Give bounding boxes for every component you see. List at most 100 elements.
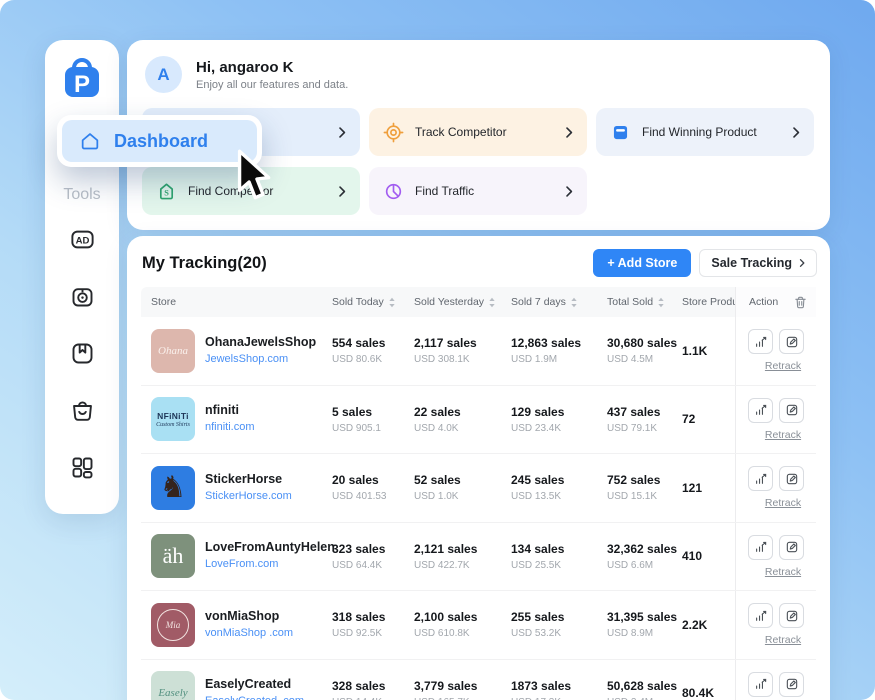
column-header-action: Action [735, 287, 816, 317]
edit-button[interactable] [779, 329, 804, 354]
feature-card-label: Find Traffic [415, 184, 474, 198]
column-header-sold-7-days[interactable]: Sold 7 days [511, 296, 607, 308]
edit-button[interactable] [779, 466, 804, 491]
total-sold-cell: 30,680 sales USD 4.5M [607, 336, 682, 365]
chevron-right-icon [792, 126, 800, 139]
app-logo-icon[interactable]: P [58, 54, 106, 102]
add-store-button[interactable]: + Add Store [593, 249, 691, 277]
sold-today-cell: 323 sales USD 64.4K [332, 542, 414, 571]
sort-icon [488, 297, 496, 308]
sold-7-days-cell: 12,863 sales USD 1.9M [511, 336, 607, 365]
action-cell: Retrack [735, 454, 816, 522]
table-row: Mia vonMiaShop vonMiaShop .com 318 sales… [141, 591, 816, 660]
feature-card-find-traffic[interactable]: Find Traffic [369, 167, 587, 215]
store-domain-link[interactable]: JewelsShop.com [205, 353, 288, 365]
welcome-header: A Hi, angaroo K Enjoy all our features a… [145, 56, 816, 93]
sidebar: P Tools AD [45, 40, 119, 514]
chevron-right-icon [565, 126, 573, 139]
retrack-link[interactable]: Retrack [765, 497, 801, 509]
retrack-link[interactable]: Retrack [765, 634, 801, 646]
store-products-cell: 2.2K [682, 618, 735, 632]
stats-button[interactable] [748, 466, 773, 491]
sold-7-days-cell: 134 sales USD 25.5K [511, 542, 607, 571]
store-domain-link[interactable]: nfiniti.com [205, 421, 255, 433]
table-row: Ohana OhanaJewelsShop JewelsShop.com 554… [141, 317, 816, 386]
greeting-subtitle: Enjoy all our features and data. [196, 79, 348, 91]
sidebar-apps-grid-icon[interactable] [69, 454, 96, 481]
sold-yesterday-cell: 2,121 sales USD 422.7K [414, 542, 511, 571]
sidebar-store-bag-icon[interactable] [69, 397, 96, 424]
store-name: OhanaJewelsShop [205, 335, 316, 349]
sidebar-icon-nav: AD [69, 226, 96, 481]
edit-button[interactable] [779, 603, 804, 628]
sale-tracking-button[interactable]: Sale Tracking [699, 249, 817, 277]
edit-button[interactable] [779, 535, 804, 560]
feature-card-label: Find Winning Product [642, 125, 757, 139]
retrack-link[interactable]: Retrack [765, 360, 801, 372]
stats-button[interactable] [748, 329, 773, 354]
action-cell: Retrack [735, 660, 816, 700]
home-icon [79, 130, 101, 152]
total-sold-cell: 437 sales USD 79.1K [607, 405, 682, 434]
store-products-cell: 410 [682, 549, 735, 563]
sold-today-cell: 318 sales USD 92.5K [332, 610, 414, 639]
store-name: nfiniti [205, 403, 255, 417]
column-header-total-sold[interactable]: Total Sold [607, 296, 682, 308]
sidebar-bookmark-icon[interactable] [69, 340, 96, 367]
product-box-icon [610, 122, 631, 143]
svg-text:AD: AD [75, 235, 89, 246]
column-header-store-products: Store Products [682, 296, 735, 308]
total-sold-cell: 32,362 sales USD 6.6M [607, 542, 682, 571]
sold-7-days-cell: 129 sales USD 23.4K [511, 405, 607, 434]
store-cell: Mia vonMiaShop vonMiaShop .com [141, 603, 332, 647]
store-logo: äh [151, 534, 195, 578]
pie-icon [383, 181, 404, 202]
stats-button[interactable] [748, 398, 773, 423]
store-cell: Ohana OhanaJewelsShop JewelsShop.com [141, 329, 332, 373]
retrack-link[interactable]: Retrack [765, 566, 801, 578]
store-logo: Easely [151, 671, 195, 700]
store-domain-link[interactable]: LoveFrom.com [205, 558, 278, 570]
trash-icon[interactable] [793, 295, 808, 310]
store-logo: NFiNiTi Custom Shirts [151, 397, 195, 441]
retrack-link[interactable]: Retrack [765, 429, 801, 441]
stats-button[interactable] [748, 535, 773, 560]
feature-card-find-winning-product[interactable]: Find Winning Product [596, 108, 814, 156]
store-domain-link[interactable]: vonMiaShop .com [205, 627, 293, 639]
feature-card-track-competitor[interactable]: Track Competitor [369, 108, 587, 156]
action-cell: Retrack [735, 523, 816, 591]
feature-card-find-competitor[interactable]: S Find Competitor [142, 167, 360, 215]
edit-button[interactable] [779, 398, 804, 423]
store-name: LoveFromAuntyHelen [205, 540, 335, 554]
user-avatar[interactable]: A [145, 56, 182, 93]
table-header-row: StoreSold TodaySold YesterdaySold 7 days… [141, 287, 816, 317]
chevron-right-icon [338, 126, 346, 139]
sale-tracking-label: Sale Tracking [711, 256, 792, 270]
sold-today-cell: 328 sales USD 14.4K [332, 679, 414, 700]
sold-yesterday-cell: 22 sales USD 4.0K [414, 405, 511, 434]
store-logo: Mia [151, 603, 195, 647]
store-products-cell: 80.4K [682, 686, 735, 700]
stats-button[interactable] [748, 603, 773, 628]
sold-yesterday-cell: 52 sales USD 1.0K [414, 473, 511, 502]
total-sold-cell: 31,395 sales USD 8.9M [607, 610, 682, 639]
feature-card-label: Track Competitor [415, 125, 507, 139]
edit-button[interactable] [779, 672, 804, 697]
table-row: Easely EaselyCreated EaselyCreated .com … [141, 660, 816, 700]
feature-card-label: Find Competitor [188, 184, 273, 198]
store-cell: ♞ StickerHorse StickerHorse.com [141, 466, 332, 510]
sort-icon [657, 297, 665, 308]
sidebar-product-research-icon[interactable] [69, 283, 96, 310]
dashboard-label: Dashboard [114, 131, 208, 152]
column-header-sold-yesterday[interactable]: Sold Yesterday [414, 296, 511, 308]
store-domain-link[interactable]: EaselyCreated .com [205, 695, 304, 700]
stats-button[interactable] [748, 672, 773, 697]
sold-yesterday-cell: 3,779 sales USD 165.7K [414, 679, 511, 700]
store-products-cell: 1.1K [682, 344, 735, 358]
store-domain-link[interactable]: StickerHorse.com [205, 490, 292, 502]
sidebar-item-dashboard[interactable]: Dashboard [57, 115, 262, 167]
sidebar-ads-icon[interactable]: AD [69, 226, 96, 253]
table-row: äh LoveFromAuntyHelen LoveFrom.com 323 s… [141, 523, 816, 592]
column-header-sold-today[interactable]: Sold Today [332, 296, 414, 308]
store-cell: NFiNiTi Custom Shirts nfiniti nfiniti.co… [141, 397, 332, 441]
